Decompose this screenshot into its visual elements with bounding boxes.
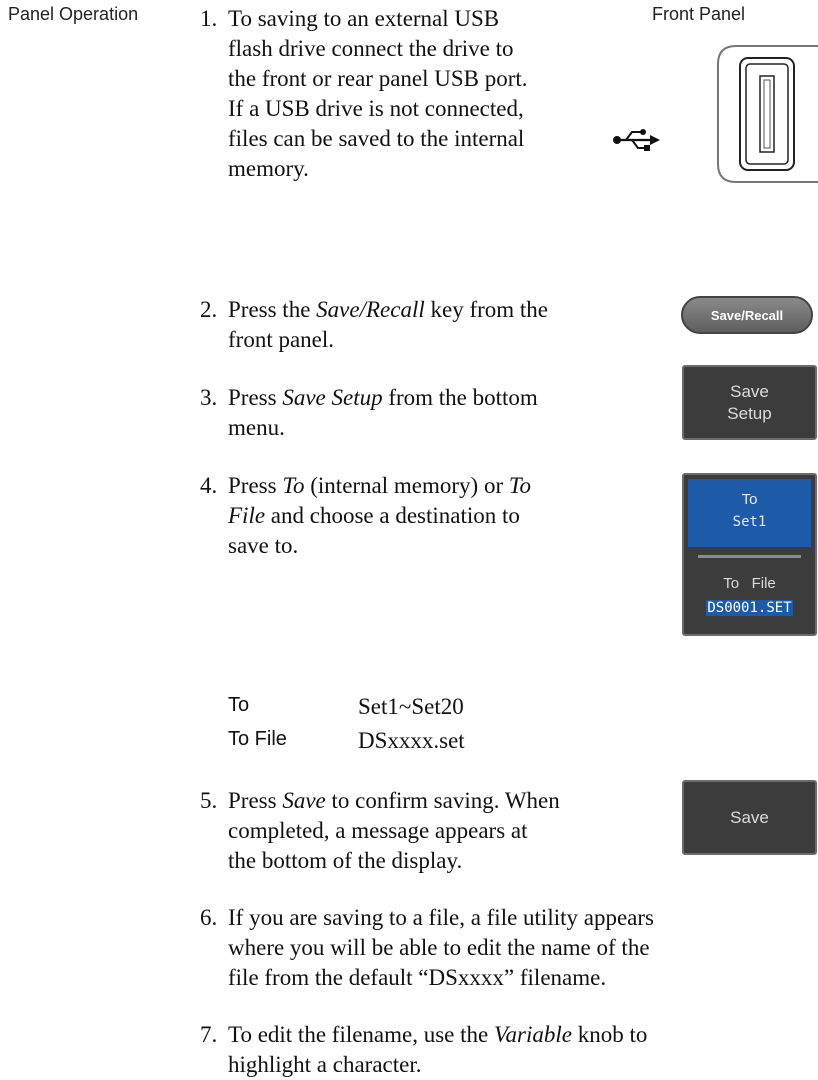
step-6: 6. If you are saving to a file, a file u… — [200, 903, 670, 993]
step-text: highlight a character. — [228, 1052, 422, 1077]
softkey-label: Save — [730, 382, 769, 401]
step-text: file from the default “DSxxxx” filename. — [228, 965, 607, 990]
softkey-label: Setup — [727, 404, 772, 423]
to-selected-panel[interactable]: To Set1 — [688, 479, 811, 547]
softkey-value: Set1 — [732, 514, 767, 530]
section-label: Panel Operation — [8, 4, 139, 24]
step-4: 4. Press To (internal memory) or To File… — [200, 471, 640, 561]
to-softkey[interactable]: To Set1 To File DS0001.SET — [682, 473, 817, 636]
option-key: To — [228, 694, 250, 716]
step-text: memory. — [228, 156, 309, 181]
option-value: DSxxxx.set — [358, 728, 465, 753]
step-3: 3. Press Save Setup from the bottom menu… — [200, 383, 640, 443]
step-number: 5. — [200, 788, 218, 813]
step-7: 7. To edit the filename, use the Variabl… — [200, 1020, 670, 1080]
step-text: File and choose a destination to — [228, 503, 520, 528]
step-text: flash drive connect the drive to — [228, 36, 514, 61]
to-file-label: To File — [723, 575, 776, 592]
step-text: If you are saving to a file, a file util… — [228, 905, 654, 930]
step-text: completed, a message appears at — [228, 818, 528, 843]
divider — [698, 555, 801, 558]
save-recall-button[interactable]: Save/Recall — [681, 296, 813, 334]
option-key: To File — [228, 728, 287, 750]
step-5: 5. Press Save to confirm saving. When co… — [200, 786, 640, 876]
to-file-value: DS0001.SET — [706, 600, 793, 616]
step-text: Press Save to confirm saving. When — [228, 788, 560, 813]
step-1: 1. To saving to an external USB flash dr… — [200, 4, 640, 184]
front-panel-label: Front Panel — [652, 4, 746, 24]
save-setup-softkey[interactable]: Save Setup — [682, 365, 817, 440]
step-text: Press To (internal memory) or To — [228, 473, 532, 498]
step-text: save to. — [228, 533, 299, 558]
option-value: Set1~Set20 — [358, 694, 464, 719]
save-softkey[interactable]: Save — [682, 780, 817, 855]
step-number: 2. — [200, 297, 218, 322]
step-number: 6. — [200, 905, 218, 930]
step-number: 3. — [200, 385, 218, 410]
step-number: 4. — [200, 473, 218, 498]
usb-port-icon — [717, 45, 818, 183]
step-text: To saving to an external USB — [228, 6, 500, 31]
step-text: To edit the filename, use the Variable k… — [228, 1022, 648, 1047]
step-number: 1. — [200, 6, 218, 31]
softkey-label: To — [741, 491, 758, 508]
step-text: Press Save Setup from the bottom — [228, 385, 538, 410]
step-text: front panel. — [228, 327, 335, 352]
step-text: the bottom of the display. — [228, 848, 463, 873]
step-text: Press the Save/Recall key from the — [228, 297, 548, 322]
step-number: 7. — [200, 1022, 218, 1047]
step-text: menu. — [228, 415, 285, 440]
step-text: files can be saved to the internal — [228, 126, 525, 151]
step-2: 2. Press the Save/Recall key from the fr… — [200, 295, 640, 355]
step-text: If a USB drive is not connected, — [228, 96, 524, 121]
step-text: where you will be able to edit the name … — [228, 935, 650, 960]
step-text: the front or rear panel USB port. — [228, 66, 528, 91]
